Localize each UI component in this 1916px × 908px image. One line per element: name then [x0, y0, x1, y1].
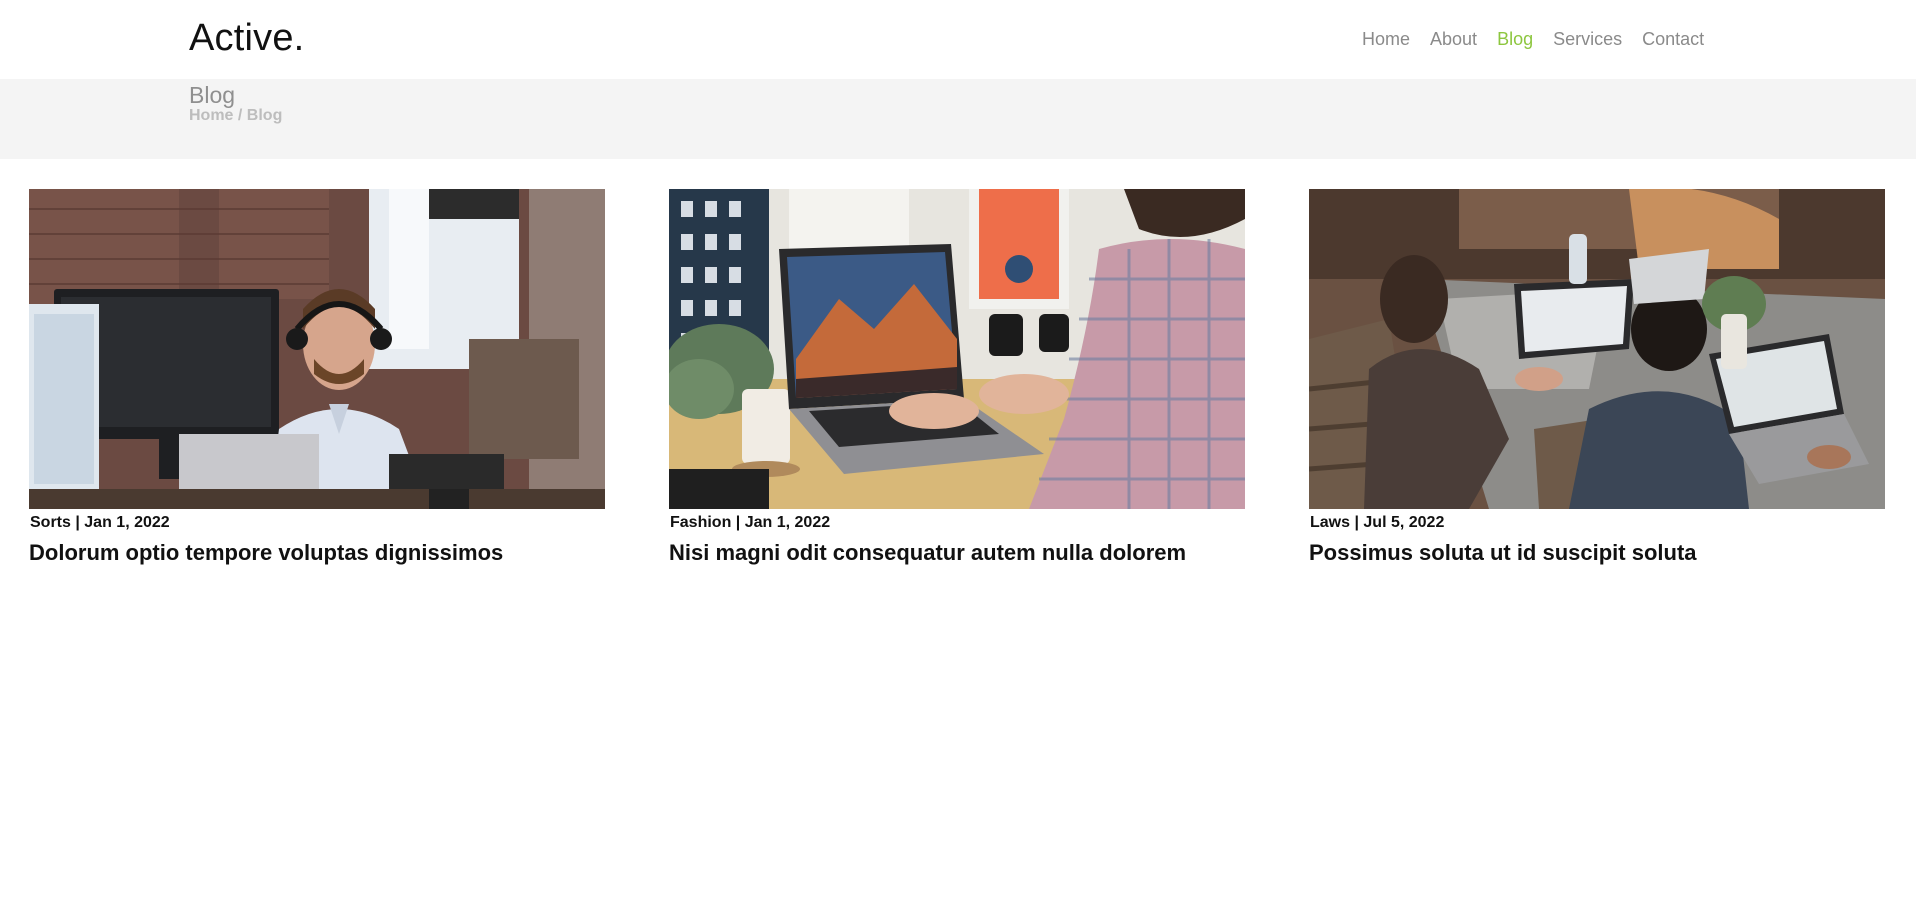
breadcrumb: Home / Blog: [189, 106, 282, 126]
post-image-office-headset: [29, 189, 605, 509]
post-date: Jan 1, 2022: [744, 514, 831, 531]
main-nav: Home About Blog Services Contact: [1362, 28, 1724, 50]
post-title[interactable]: Dolorum optio tempore voluptas dignissim…: [29, 539, 605, 567]
nav-home[interactable]: Home: [1362, 28, 1410, 50]
breadcrumb-separator: /: [233, 107, 247, 124]
breadcrumb-home[interactable]: Home: [189, 107, 233, 124]
post-date: Jul 5, 2022: [1363, 514, 1445, 531]
post-image[interactable]: [669, 189, 1245, 509]
site-header: Active. Home About Blog Services Contact: [0, 0, 1916, 79]
post-card: Laws | Jul 5, 2022 Possimus soluta ut id…: [1309, 189, 1885, 567]
post-image-laptop-desk: [669, 189, 1245, 509]
post-title[interactable]: Possimus soluta ut id suscipit soluta: [1309, 539, 1885, 567]
post-category[interactable]: Laws: [1310, 514, 1350, 531]
page-title-band: Blog Home / Blog: [0, 79, 1916, 159]
nav-contact[interactable]: Contact: [1642, 28, 1704, 50]
post-list: Sorts | Jan 1, 2022 Dolorum optio tempor…: [0, 189, 1916, 589]
nav-blog[interactable]: Blog: [1497, 28, 1533, 50]
post-meta: Fashion | Jan 1, 2022: [670, 513, 1245, 533]
nav-services[interactable]: Services: [1553, 28, 1622, 50]
post-image[interactable]: [29, 189, 605, 509]
post-title[interactable]: Nisi magni odit consequatur autem nulla …: [669, 539, 1245, 567]
post-card: Sorts | Jan 1, 2022 Dolorum optio tempor…: [29, 189, 605, 567]
post-meta-separator: |: [731, 514, 745, 531]
post-image[interactable]: [1309, 189, 1885, 509]
post-meta-separator: |: [70, 514, 85, 531]
post-meta-separator: |: [1350, 514, 1364, 531]
post-date: Jan 1, 2022: [84, 514, 170, 531]
post-card: Fashion | Jan 1, 2022 Nisi magni odit co…: [669, 189, 1245, 567]
page-title: Blog: [189, 82, 236, 108]
breadcrumb-current: Blog: [246, 107, 283, 124]
site-logo[interactable]: Active.: [189, 14, 304, 62]
nav-about[interactable]: About: [1430, 28, 1477, 50]
post-image-team-laptops: [1309, 189, 1885, 509]
post-meta: Laws | Jul 5, 2022: [1310, 513, 1885, 533]
post-meta: Sorts | Jan 1, 2022: [30, 513, 605, 533]
post-category[interactable]: Sorts: [30, 514, 71, 531]
post-category[interactable]: Fashion: [670, 514, 731, 531]
